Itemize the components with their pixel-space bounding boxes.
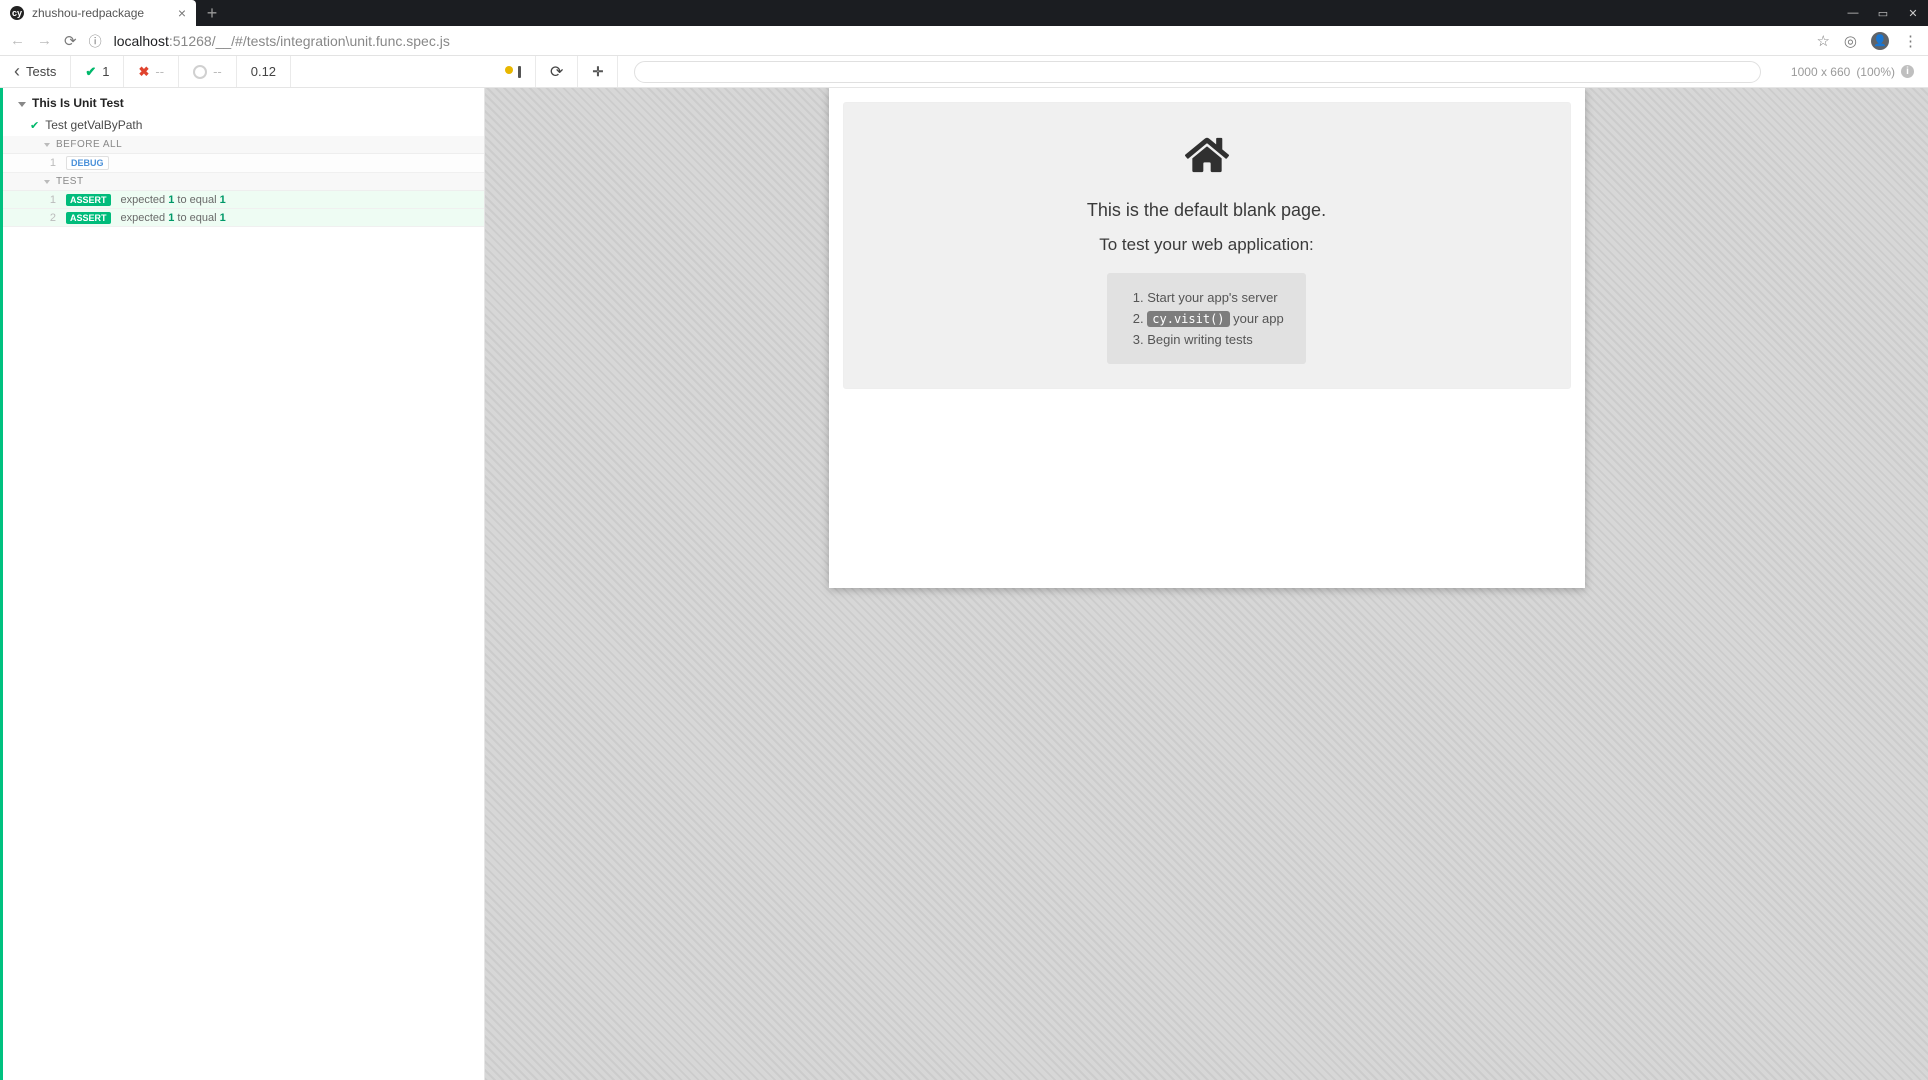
- viewport-scale: (100%): [1856, 65, 1895, 79]
- log-badge-assert: ASSERT: [66, 212, 111, 224]
- home-icon: [864, 133, 1550, 182]
- pause-icon: [505, 66, 521, 78]
- restart-icon: [550, 62, 563, 82]
- menu-icon[interactable]: ⋮: [1903, 32, 1918, 50]
- browser-titlebar: cy zhushou-redpackage × + — ▭ ✕: [0, 0, 1928, 26]
- log-message: expected 1 to equal 1: [121, 193, 226, 206]
- maximize-button[interactable]: ▭: [1868, 0, 1898, 26]
- chevron-left-icon: [14, 63, 20, 81]
- suite-row[interactable]: This Is Unit Test: [0, 88, 484, 114]
- suite-title: This Is Unit Test: [32, 96, 124, 110]
- log-index: 1: [44, 194, 56, 206]
- code-chip: cy.visit(): [1147, 311, 1229, 327]
- new-tab-button[interactable]: +: [196, 0, 228, 26]
- log-index: 2: [44, 212, 56, 224]
- target-icon: [592, 64, 603, 80]
- section-label: TEST: [56, 176, 84, 187]
- aut-panel: This is the default blank page. To test …: [485, 88, 1928, 1080]
- pass-accent-bar: [0, 88, 3, 1080]
- back-label: Tests: [26, 64, 56, 79]
- section-label: BEFORE ALL: [56, 139, 122, 150]
- log-row[interactable]: 2 ASSERT expected 1 to equal 1: [0, 209, 484, 227]
- log-message: expected 1 to equal 1: [121, 211, 226, 224]
- back-to-tests-button[interactable]: Tests: [0, 56, 71, 87]
- blank-heading-1: This is the default blank page.: [864, 200, 1550, 221]
- pending-count: --: [179, 56, 237, 87]
- info-icon: i: [1901, 65, 1914, 78]
- site-info-icon[interactable]: ⓘ: [89, 31, 102, 50]
- log-row[interactable]: 1 ASSERT expected 1 to equal 1: [0, 191, 484, 209]
- aut-frame: This is the default blank page. To test …: [829, 88, 1585, 588]
- caret-down-icon: [44, 139, 50, 150]
- log-badge-assert: ASSERT: [66, 194, 111, 206]
- browser-tab[interactable]: cy zhushou-redpackage ×: [0, 0, 196, 26]
- close-tab-icon[interactable]: ×: [178, 6, 186, 20]
- steps-box: Start your app's server cy.visit() your …: [1107, 273, 1305, 364]
- pending-circle-icon: [193, 65, 207, 79]
- pass-count-value: 1: [102, 64, 109, 79]
- reporter-panel: This Is Unit Test ✔ Test getValByPath BE…: [0, 88, 485, 1080]
- runner-body: This Is Unit Test ✔ Test getValByPath BE…: [0, 88, 1928, 1080]
- selector-playground-button[interactable]: [578, 56, 618, 87]
- step-item: Start your app's server: [1147, 287, 1283, 308]
- viewport-info[interactable]: 1000 x 660 (100%) i: [1777, 65, 1928, 79]
- viewport-dims: 1000 x 660: [1791, 65, 1850, 79]
- test-pass-check-icon: ✔: [30, 119, 39, 132]
- back-icon[interactable]: ←: [10, 32, 25, 49]
- step-item: Begin writing tests: [1147, 329, 1283, 350]
- forward-icon[interactable]: →: [37, 32, 52, 49]
- url-host: localhost: [114, 33, 169, 49]
- pause-indicator[interactable]: [491, 56, 536, 87]
- test-title: Test getValByPath: [45, 118, 142, 132]
- pending-count-value: --: [213, 64, 222, 79]
- passed-count: ✔ 1: [71, 56, 124, 87]
- reload-icon[interactable]: ⟳: [64, 32, 77, 50]
- log-badge-debug: DEBUG: [66, 156, 109, 170]
- section-test[interactable]: TEST: [0, 173, 484, 191]
- url-field[interactable]: localhost:51268/__/#/tests/integration\u…: [114, 33, 450, 49]
- profile-icon[interactable]: 👤: [1871, 32, 1889, 50]
- caret-down-icon: [44, 176, 50, 187]
- url-port: :51268: [169, 33, 212, 49]
- blank-page-card: This is the default blank page. To test …: [843, 102, 1571, 389]
- test-row[interactable]: ✔ Test getValByPath: [0, 114, 484, 136]
- log-index: 1: [44, 157, 56, 169]
- fail-x-icon: ✖: [138, 64, 149, 80]
- pass-check-icon: ✔: [85, 64, 96, 80]
- window-controls: — ▭ ✕: [1838, 0, 1928, 26]
- step-item: cy.visit() your app: [1147, 308, 1283, 329]
- duration-value: 0.12: [251, 64, 276, 79]
- caret-down-icon: [18, 96, 26, 110]
- failed-count: ✖ --: [124, 56, 179, 87]
- fail-count-value: --: [155, 64, 164, 79]
- close-window-button[interactable]: ✕: [1898, 0, 1928, 26]
- aut-url[interactable]: [634, 61, 1761, 83]
- extension-icon[interactable]: ◎: [1844, 32, 1857, 50]
- cypress-favicon-icon: cy: [10, 6, 24, 20]
- log-row[interactable]: 1 DEBUG: [0, 154, 484, 173]
- minimize-button[interactable]: —: [1838, 0, 1868, 26]
- address-bar: ← → ⟳ ⓘ localhost:51268/__/#/tests/integ…: [0, 26, 1928, 56]
- url-path: /__/#/tests/integration\unit.func.spec.j…: [212, 33, 450, 49]
- bookmark-icon[interactable]: ☆: [1816, 32, 1829, 50]
- restart-button[interactable]: [536, 56, 578, 87]
- section-before-all[interactable]: BEFORE ALL: [0, 136, 484, 154]
- tab-title: zhushou-redpackage: [32, 6, 144, 20]
- runner-header: Tests ✔ 1 ✖ -- -- 0.12 1000 x 660 (100%)…: [0, 56, 1928, 88]
- blank-heading-2: To test your web application:: [864, 235, 1550, 255]
- duration: 0.12: [237, 56, 291, 87]
